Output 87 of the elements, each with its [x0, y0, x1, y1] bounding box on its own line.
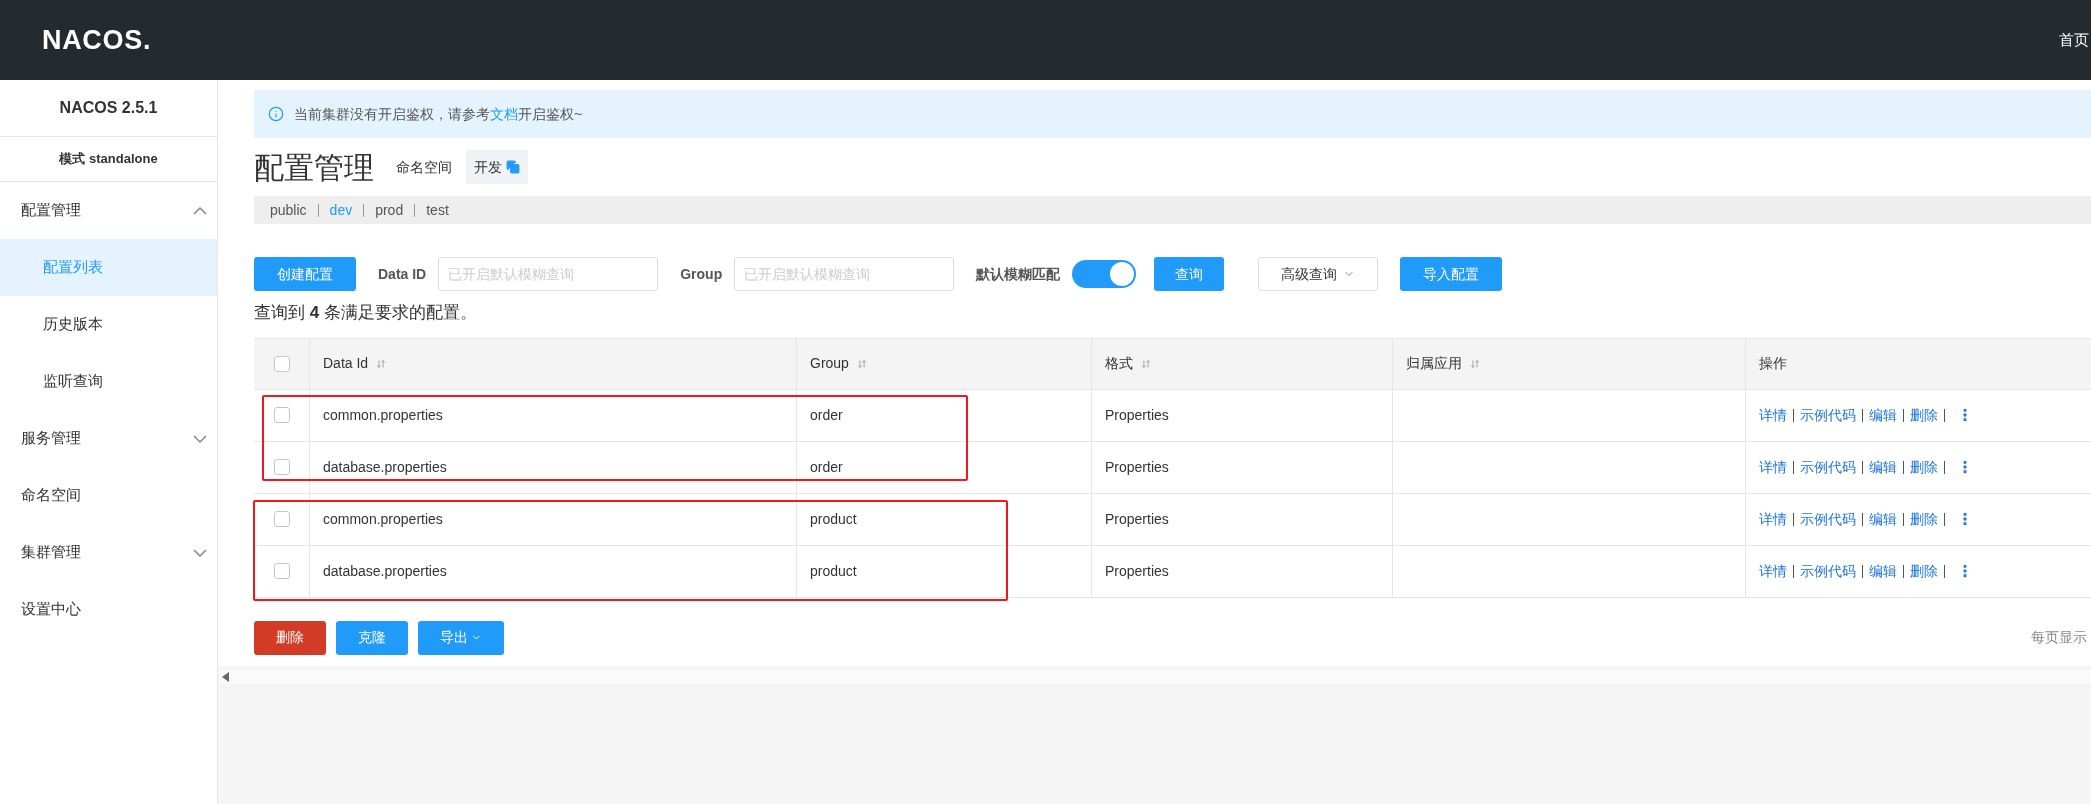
import-config-button[interactable]: 导入配置 [1400, 257, 1503, 291]
data-id-label: Data ID [378, 264, 427, 284]
nav-subitem[interactable]: 历史版本 [0, 296, 217, 353]
header-cell[interactable]: 操作 [1746, 338, 2091, 389]
sort-icon[interactable] [1470, 358, 1480, 369]
table-cell-text: order [810, 405, 843, 425]
checkbox[interactable] [273, 355, 290, 372]
action-link[interactable]: 删除 [1910, 560, 1938, 582]
nav-item[interactable]: 集群管理 [0, 524, 217, 581]
action-link[interactable]: 编辑 [1869, 508, 1897, 530]
action-link[interactable]: 删除 [1910, 508, 1938, 530]
action-link[interactable]: 示例代码 [1800, 560, 1856, 582]
page-size-label: 每页显示 [2031, 628, 2087, 647]
fuzzy-match-switch[interactable] [1072, 260, 1137, 288]
nav-item[interactable]: 配置管理 [0, 182, 217, 239]
logo[interactable]: NACOS. [42, 19, 152, 61]
group-label: Group [680, 264, 723, 284]
result-summary: 查询到 4 条满足要求的配置。 [254, 302, 478, 324]
column-header: 操作 [1759, 354, 1787, 373]
action-link[interactable]: 详情 [1759, 456, 1787, 478]
table-cell-text: database.properties [323, 457, 447, 477]
info-icon [268, 106, 284, 122]
chevron-up-icon [193, 206, 207, 215]
action-link[interactable]: 示例代码 [1800, 404, 1856, 426]
advanced-query-button[interactable]: 高级查询 [1258, 257, 1379, 291]
sort-icon[interactable] [1141, 358, 1151, 369]
mode-label: 模式 standalone [0, 137, 217, 182]
table-cell-text: common.properties [323, 509, 443, 529]
action-link[interactable]: 示例代码 [1800, 456, 1856, 478]
scroll-left-icon[interactable] [222, 671, 230, 682]
nav-subitem[interactable]: 配置列表 [0, 239, 217, 296]
table-cell-text: database.properties [323, 561, 447, 581]
action-link[interactable]: 编辑 [1869, 560, 1897, 582]
chevron-down-icon [193, 434, 207, 443]
notice-text: 当前集群没有开启鉴权，请参考文档开启鉴权~ [294, 104, 583, 124]
table-cell-text: product [810, 561, 857, 581]
checkbox[interactable] [273, 511, 290, 527]
page-title: 配置管理 [254, 149, 374, 186]
namespace-link[interactable]: test [426, 199, 449, 221]
table-cell-text: common.properties [323, 405, 443, 425]
copy-icon[interactable] [506, 160, 520, 174]
column-header: Group [810, 354, 849, 373]
namespace-tag: 开发 [466, 150, 528, 184]
action-link[interactable]: 详情 [1759, 404, 1787, 426]
table-cell-text: Properties [1105, 509, 1169, 529]
checkbox[interactable] [273, 407, 290, 423]
header-cell[interactable]: Data Id [310, 338, 797, 389]
table-cell-text: Properties [1105, 561, 1169, 581]
namespace-link[interactable]: dev [329, 199, 353, 221]
delete-button[interactable]: 删除 [254, 620, 326, 655]
chevron-down-icon [193, 548, 207, 557]
action-link[interactable]: 删除 [1910, 456, 1938, 478]
table-cell-text: Properties [1105, 405, 1169, 425]
header-cell[interactable]: 归属应用 [1393, 338, 1746, 389]
table-cell-text: order [810, 457, 843, 477]
table-cell-text: Properties [1105, 457, 1169, 477]
action-link[interactable]: 示例代码 [1800, 508, 1856, 530]
version-title: NACOS 2.5.1 [0, 80, 217, 137]
nav-subitem[interactable]: 监听查询 [0, 353, 217, 410]
header-cell[interactable]: Group [797, 338, 1092, 389]
table-cell-text: product [810, 509, 857, 529]
action-link[interactable]: 删除 [1910, 404, 1938, 426]
fuzzy-match-label: 默认模糊匹配 [976, 264, 1061, 284]
nav-item[interactable]: 服务管理 [0, 410, 217, 467]
action-link[interactable]: 编辑 [1869, 456, 1897, 478]
column-header: 格式 [1105, 354, 1133, 373]
create-config-button[interactable]: 创建配置 [254, 257, 356, 291]
sort-icon[interactable] [376, 358, 387, 369]
action-link[interactable]: 详情 [1759, 508, 1787, 530]
nav-item[interactable]: 设置中心 [0, 581, 217, 638]
action-link[interactable]: 详情 [1759, 560, 1787, 582]
namespace-link[interactable]: public [270, 199, 307, 221]
sort-icon[interactable] [856, 358, 867, 369]
home-link[interactable]: 首页 [2059, 28, 2091, 52]
checkbox[interactable] [273, 563, 290, 579]
query-button[interactable]: 查询 [1154, 257, 1225, 291]
clone-button[interactable]: 克隆 [336, 620, 408, 655]
column-header: Data Id [323, 354, 369, 373]
checkbox[interactable] [273, 459, 290, 475]
nav-item[interactable]: 命名空间 [0, 467, 217, 524]
namespace-label: 命名空间 [396, 157, 452, 177]
namespace-link[interactable]: prod [375, 199, 404, 221]
header-cell[interactable]: 格式 [1092, 338, 1393, 389]
column-header: 归属应用 [1406, 354, 1462, 373]
doc-link[interactable]: 文档 [490, 105, 518, 122]
export-button[interactable]: 导出 [418, 620, 504, 655]
action-link[interactable]: 编辑 [1869, 404, 1897, 426]
